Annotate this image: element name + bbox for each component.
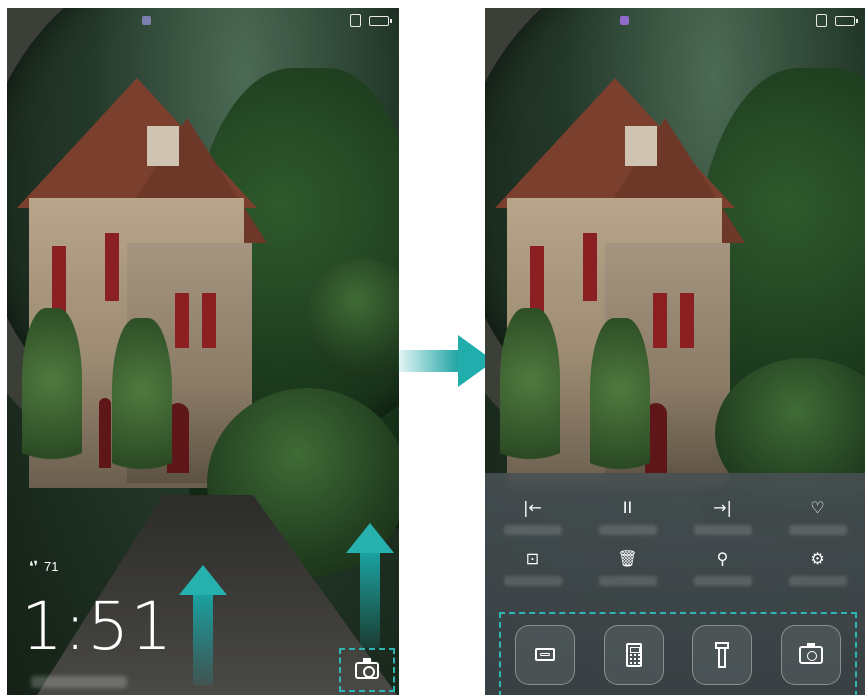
camera-icon [798,642,823,664]
camera-icon [355,657,379,679]
lock-screen-right: |← II →| ♡ ⊡ 🗑 ⚲ ⚙ [485,8,865,695]
like-icon: ♡ [810,498,825,517]
notification-dot [620,16,629,25]
previous-button[interactable]: |← [485,498,580,535]
share-button[interactable]: ⚲ [675,549,770,586]
lock-screen-left: ❛❜ 71 1:51 [7,8,399,695]
steps-count: 71 [44,559,59,574]
music-controls: |← II →| ♡ ⊡ 🗑 ⚲ ⚙ [485,498,865,586]
covers-icon: ⊡ [525,549,540,568]
recorder-icon [535,648,556,661]
next-button[interactable]: →| [675,498,770,535]
recorder-shortcut-button[interactable] [515,624,576,685]
footprints-icon: ❛❜ [29,558,39,574]
next-icon: →| [713,498,732,517]
camera-shortcut-button[interactable] [339,648,395,692]
sim-icon [350,14,361,27]
pause-button[interactable]: II [580,498,675,535]
calculator-icon [625,642,642,667]
transition-arrow-icon [398,335,498,387]
pause-icon: II [622,498,633,517]
covers-button[interactable]: ⊡ [485,549,580,586]
camera-shortcut-button[interactable] [780,624,841,685]
like-button[interactable]: ♡ [770,498,865,535]
remove-icon: 🗑 [617,549,638,568]
previous-icon: |← [523,498,542,517]
calculator-shortcut-button[interactable] [603,624,664,685]
settings-button[interactable]: ⚙ [770,549,865,586]
notification-dot [142,16,151,25]
status-bar [816,14,858,27]
lock-clock: 1:51 [21,588,174,665]
swipe-up-panel: |← II →| ♡ ⊡ 🗑 ⚲ ⚙ [485,473,865,695]
battery-icon [369,15,392,26]
shortcut-bar [499,612,857,695]
swipe-up-arrow-icon[interactable] [179,565,227,685]
share-icon: ⚲ [716,549,729,568]
date-text [31,676,127,688]
settings-icon: ⚙ [810,549,825,568]
swipe-up-camera-arrow-icon[interactable] [346,523,394,648]
battery-icon [835,15,858,26]
flashlight-shortcut-button[interactable] [692,624,753,685]
step-counter: ❛❜ 71 [29,558,59,575]
status-bar [350,14,392,27]
remove-button[interactable]: 🗑 [580,549,675,586]
sim-icon [816,14,827,27]
flashlight-icon [715,641,730,668]
